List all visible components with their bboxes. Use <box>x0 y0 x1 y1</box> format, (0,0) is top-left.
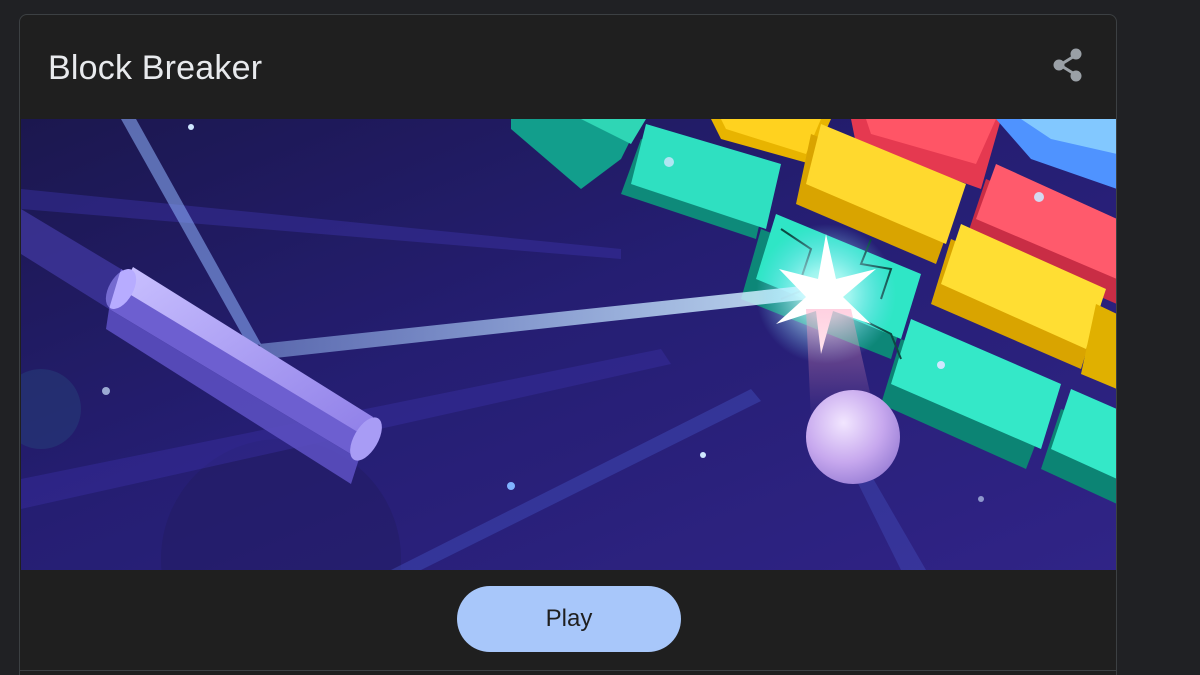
game-card: Block Breaker Play <box>19 14 1117 675</box>
search-result-page: Block Breaker Play <box>0 0 1200 675</box>
play-button[interactable]: Play <box>457 586 681 652</box>
card-title: Block Breaker <box>48 49 263 87</box>
card-divider <box>20 670 1116 671</box>
play-area: Play <box>20 570 1116 670</box>
game-banner-image[interactable] <box>21 119 1116 570</box>
share-icon <box>1053 48 1082 82</box>
ball <box>806 390 900 484</box>
share-button[interactable] <box>1046 43 1090 87</box>
card-header: Block Breaker <box>20 15 1116 119</box>
